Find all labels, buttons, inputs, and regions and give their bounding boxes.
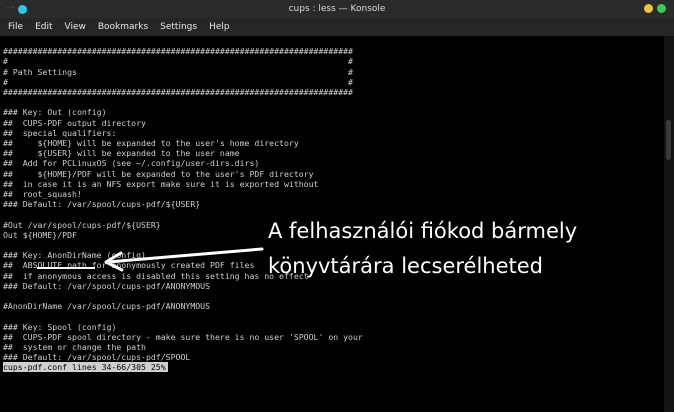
annotation-line-1: A felhasználói fiókod bármely [268,219,578,243]
annotation-line-2: könyvtárára lecserélheted [268,254,544,278]
annotation-arrow-icon [104,247,264,272]
konsole-window: ⁻⁼ cups : less — Konsole File Edit View … [0,0,674,412]
